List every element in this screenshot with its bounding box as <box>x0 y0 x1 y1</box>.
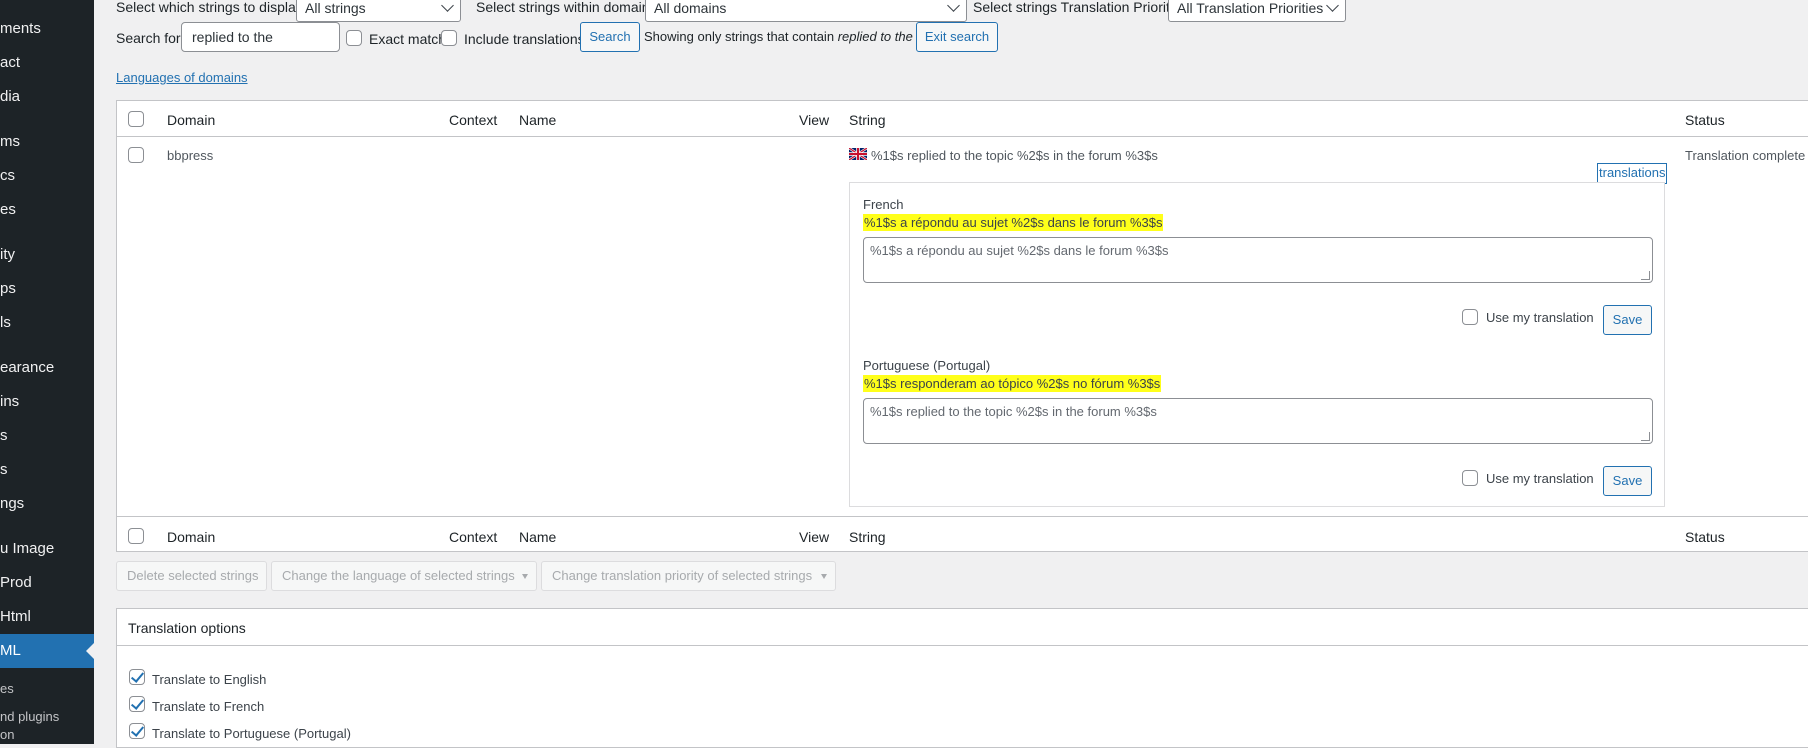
options-divider <box>117 645 1808 646</box>
search-button[interactable]: Search <box>580 22 640 52</box>
save-button[interactable]: Save <box>1603 305 1652 335</box>
sidebar-item-topics[interactable]: cs <box>0 159 94 193</box>
display-select[interactable]: All strings <box>296 0 461 22</box>
translation-textarea[interactable]: %1$s replied to the topic %2$s in the fo… <box>863 398 1653 444</box>
languages-of-domains-link[interactable]: Languages of domains <box>116 70 248 85</box>
use-my-translation-checkbox[interactable] <box>1462 470 1478 486</box>
priority-select[interactable]: All Translation Priorities <box>1168 0 1346 22</box>
resize-handle-icon[interactable] <box>1641 271 1650 280</box>
translate-french-checkbox[interactable] <box>129 696 145 712</box>
translate-portuguese-label: Translate to Portuguese (Portugal) <box>152 726 351 741</box>
dropdown-arrow-icon <box>522 574 528 579</box>
footer-divider <box>117 516 1808 517</box>
translation-options-title: Translation options <box>128 620 246 636</box>
sidebar-subitem-localization[interactable]: on <box>0 726 14 744</box>
search-label: Search for: <box>116 30 185 46</box>
select-all-checkbox-footer[interactable] <box>128 528 144 544</box>
sidebar-item-forums[interactable]: ms <box>0 125 94 159</box>
row-checkbox[interactable] <box>128 147 144 163</box>
chevron-down-icon <box>947 0 960 12</box>
domain-filter-label: Select strings within domain: <box>476 0 654 15</box>
change-language-select[interactable]: Change the language of selected strings <box>271 561 537 591</box>
change-priority-select[interactable]: Change translation priority of selected … <box>541 561 836 591</box>
delete-selected-button[interactable]: Delete selected strings <box>116 561 267 591</box>
col-footer-string[interactable]: String <box>849 529 886 545</box>
col-header-domain[interactable]: Domain <box>167 112 215 128</box>
translation-options-box: Translation options Translate to English… <box>116 608 1808 748</box>
row-string: %1$s replied to the topic %2$s in the fo… <box>871 148 1158 163</box>
sidebar-subitem-plugins[interactable]: nd plugins <box>0 708 59 726</box>
sidebar-item-activity[interactable]: ity <box>0 238 94 272</box>
priority-filter-label: Select strings Translation Priority: <box>973 0 1181 15</box>
col-footer-view: View <box>799 529 830 545</box>
sidebar-item-contact[interactable]: act <box>0 46 94 80</box>
exit-search-button[interactable]: Exit search <box>916 22 998 52</box>
sidebar-item-settings[interactable]: ngs <box>0 487 94 521</box>
sidebar-item-image[interactable]: u Image <box>0 532 94 566</box>
uk-flag-icon <box>848 147 868 161</box>
select-all-checkbox[interactable] <box>128 111 144 127</box>
exact-match-label: Exact match <box>369 31 447 47</box>
translate-english-checkbox[interactable] <box>129 669 145 685</box>
sidebar-item-wpml[interactable]: ML <box>0 634 94 668</box>
include-translations-checkbox[interactable] <box>441 30 457 46</box>
chevron-down-icon <box>1326 0 1339 12</box>
current-translation: %1$s responderam ao tópico %2$s no fórum… <box>863 375 1162 392</box>
sidebar-item-tools[interactable]: s <box>0 453 94 487</box>
sidebar-item-media[interactable]: dia <box>0 80 94 114</box>
resize-handle-icon[interactable] <box>1641 432 1650 441</box>
admin-sidebar: ments act dia ms cs es ity ps ls earance… <box>0 0 94 744</box>
sidebar-item-plugins[interactable]: ins <box>0 385 94 419</box>
exact-match-checkbox[interactable] <box>346 30 362 46</box>
use-my-translation-label: Use my translation <box>1486 310 1594 325</box>
col-header-context[interactable]: Context <box>449 112 497 128</box>
col-header-string[interactable]: String <box>849 112 886 128</box>
col-header-status[interactable]: Status <box>1685 112 1725 128</box>
sidebar-subitem-themes[interactable]: es <box>0 680 14 698</box>
col-footer-domain[interactable]: Domain <box>167 529 215 545</box>
translate-english-label: Translate to English <box>152 672 267 687</box>
sidebar-item-comments[interactable]: ments <box>0 12 94 46</box>
sidebar-item-html[interactable]: Html <box>0 600 94 634</box>
translations-toggle-button[interactable]: translations <box>1597 163 1668 184</box>
sidebar-item-prod[interactable]: Prod <box>0 566 94 600</box>
current-menu-arrow-icon <box>86 643 94 659</box>
translation-language: Portuguese (Portugal) <box>863 358 991 373</box>
sidebar-item-emails[interactable]: ls <box>0 306 94 340</box>
dropdown-arrow-icon <box>821 574 827 579</box>
domain-select[interactable]: All domains <box>645 0 967 22</box>
use-my-translation-label: Use my translation <box>1486 471 1594 486</box>
current-translation: %1$s a répondu au sujet %2$s dans le for… <box>863 214 1164 231</box>
col-footer-name[interactable]: Name <box>519 529 556 545</box>
sidebar-item-replies[interactable]: es <box>0 193 94 227</box>
search-status-text: Showing only strings that contain replie… <box>644 29 913 44</box>
translate-portuguese-checkbox[interactable] <box>129 723 145 739</box>
sidebar-item-appearance[interactable]: earance <box>0 351 94 385</box>
row-domain: bbpress <box>167 148 214 163</box>
include-translations-label: Include translations <box>464 31 585 47</box>
row-status: Translation complete <box>1685 148 1806 163</box>
display-filter-label: Select which strings to display: <box>116 0 307 15</box>
col-footer-context[interactable]: Context <box>449 529 497 545</box>
save-button[interactable]: Save <box>1603 466 1652 496</box>
sidebar-item-users[interactable]: s <box>0 419 94 453</box>
chevron-down-icon <box>441 0 454 12</box>
translation-language: French <box>863 197 904 212</box>
col-header-name[interactable]: Name <box>519 112 556 128</box>
translations-panel: French %1$s a répondu au sujet %2$s dans… <box>849 182 1665 507</box>
translate-french-label: Translate to French <box>152 699 265 714</box>
use-my-translation-checkbox[interactable] <box>1462 309 1478 325</box>
translation-textarea[interactable]: %1$s a répondu au sujet %2$s dans le for… <box>863 237 1653 283</box>
header-divider <box>117 136 1808 137</box>
sidebar-item-groups[interactable]: ps <box>0 272 94 306</box>
col-footer-status[interactable]: Status <box>1685 529 1725 545</box>
col-header-view: View <box>799 112 830 128</box>
search-input[interactable]: replied to the <box>181 22 340 52</box>
